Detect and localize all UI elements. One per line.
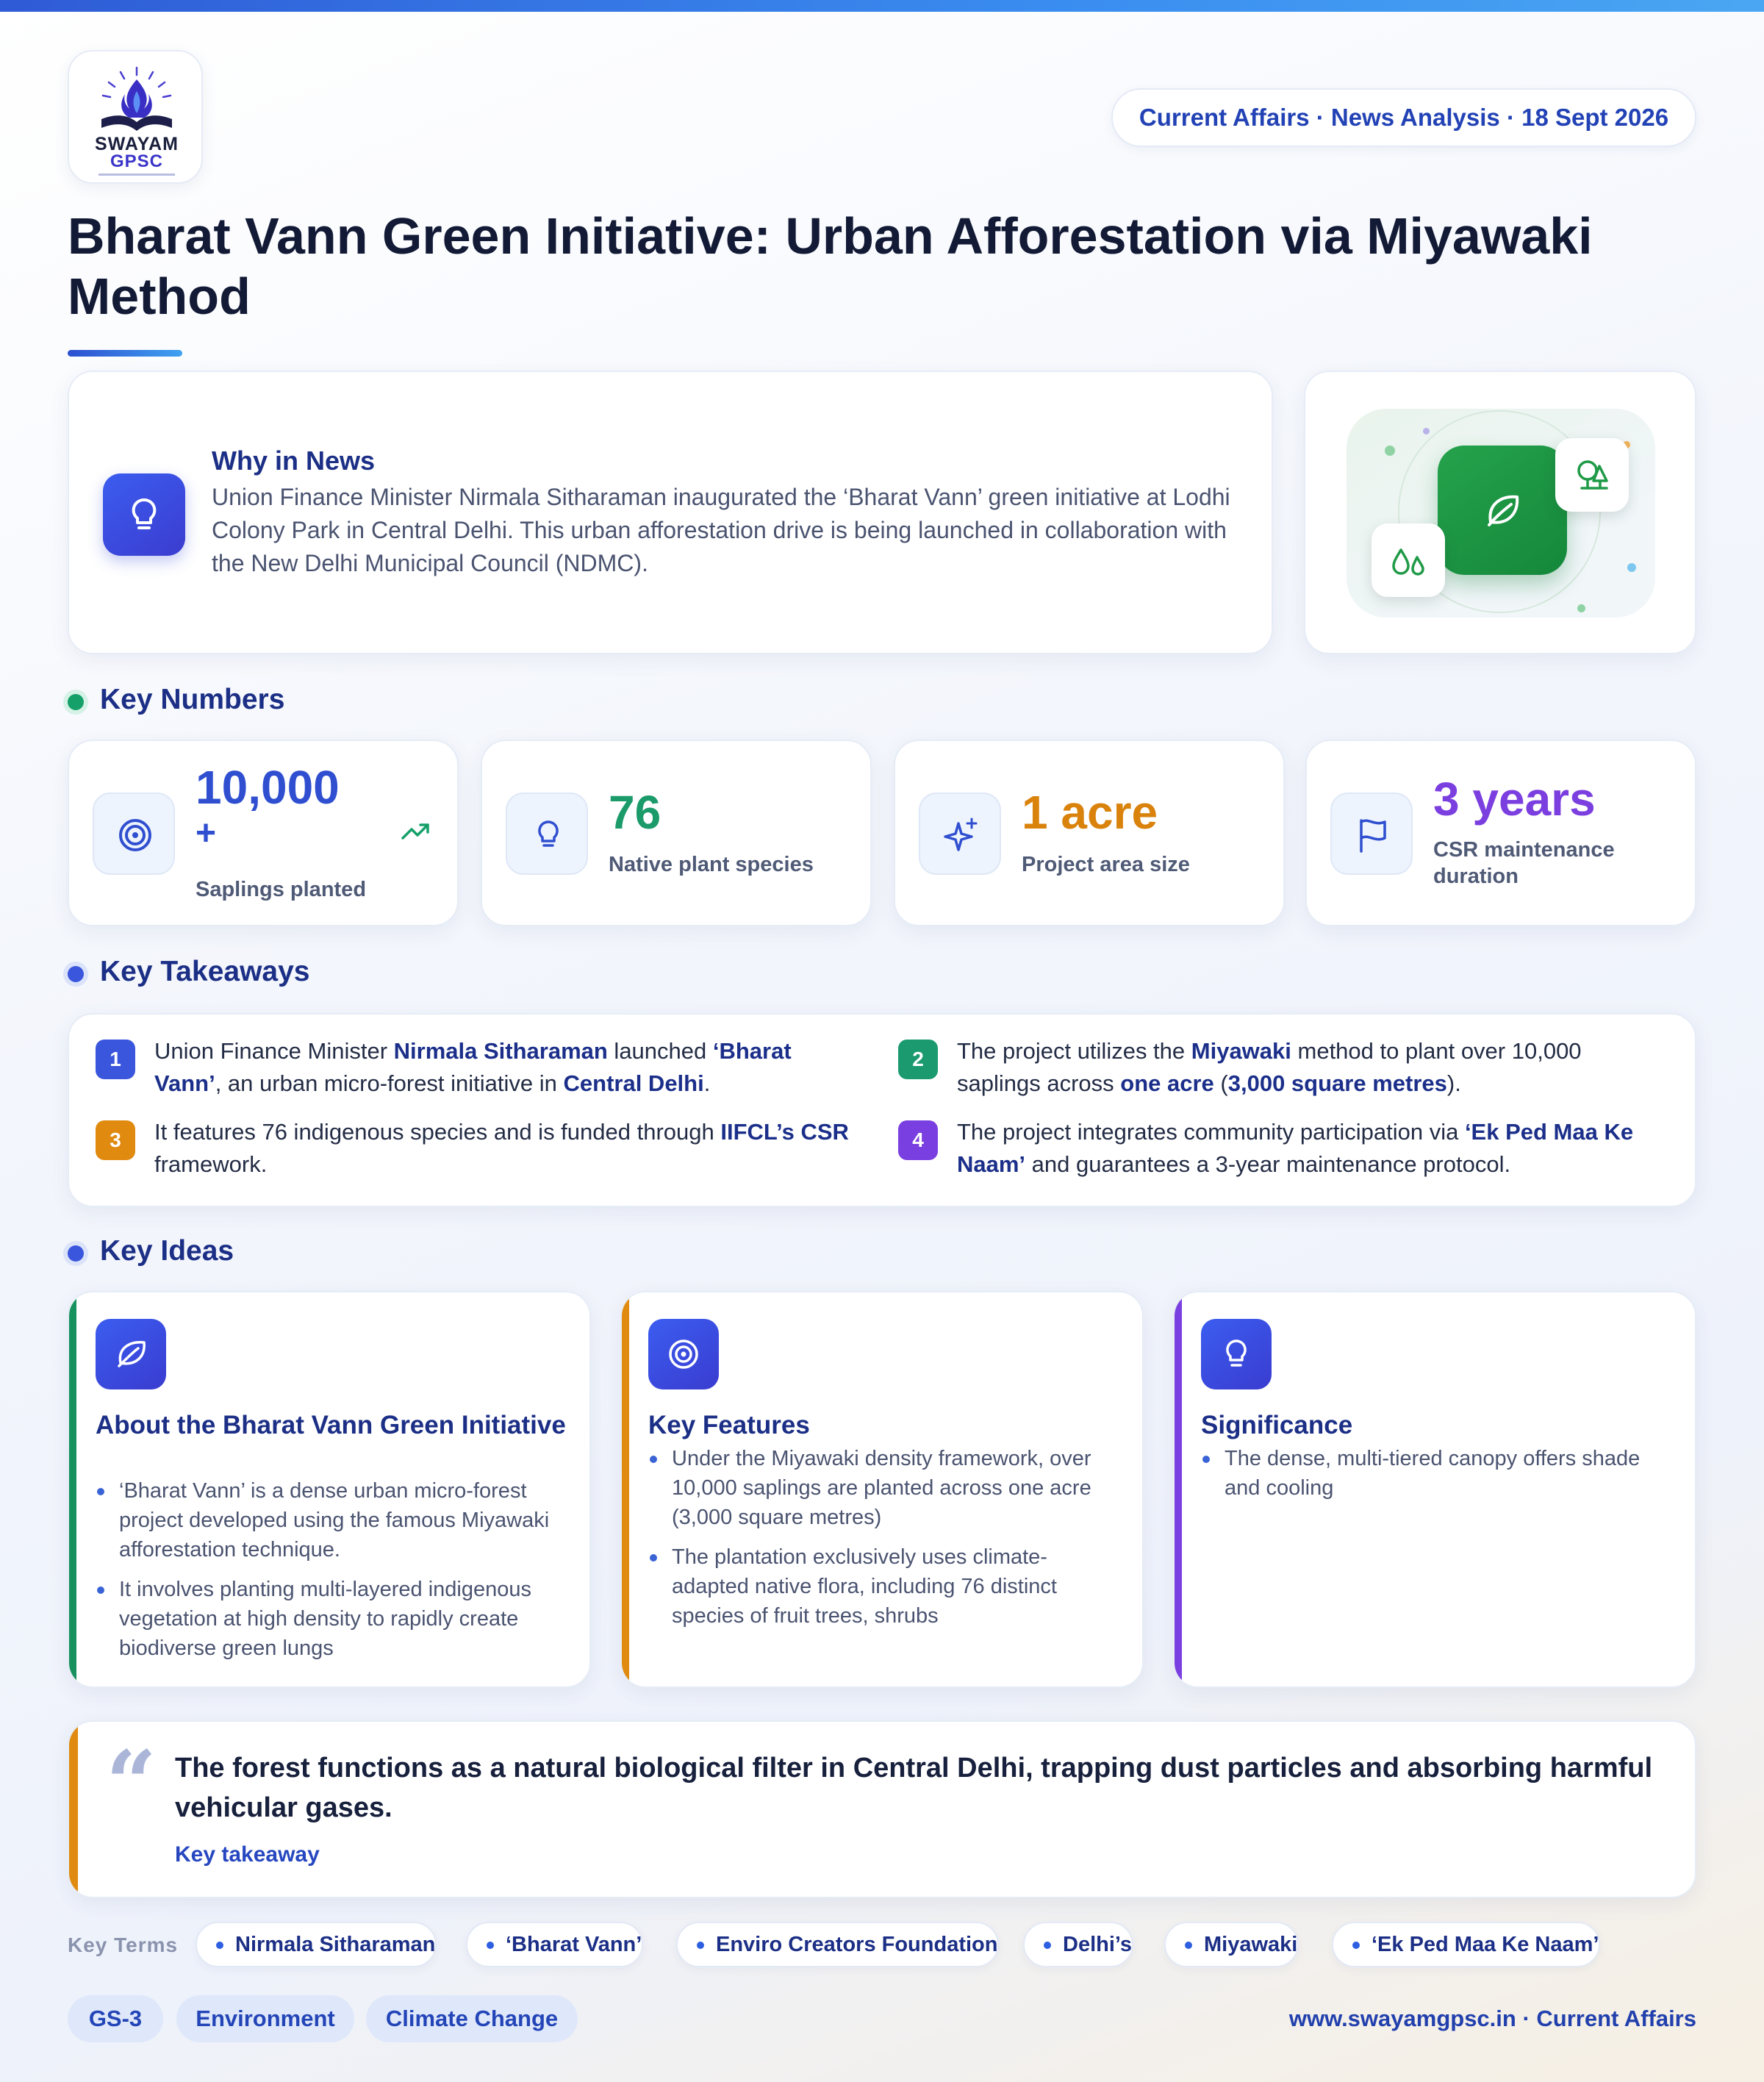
lightbulb-icon xyxy=(506,793,588,875)
idea-card-title: Significance xyxy=(1201,1411,1353,1439)
flag-icon xyxy=(1330,793,1413,875)
key-term-chip[interactable]: ‘Ek Ped Maa Ke Naam’ xyxy=(1332,1922,1601,1967)
idea-card-significance: Significance The dense, multi-tiered can… xyxy=(1173,1291,1696,1688)
stat-label: CSR maintenance xyxy=(1433,838,1615,862)
brand-subname: GPSC xyxy=(110,151,163,171)
stat-value: 10,000 xyxy=(196,761,340,814)
takeaway-item: The project integrates community partici… xyxy=(957,1119,1634,1177)
idea-card-edge xyxy=(69,1292,76,1686)
section-bullet xyxy=(68,966,84,982)
idea-card-title: About the Bharat Vann Green Initiative xyxy=(96,1411,566,1439)
idea-point: It involves planting multi-layered indig… xyxy=(96,1575,566,1663)
key-term-chip[interactable]: Miyawaki xyxy=(1164,1922,1299,1967)
page-title: Bharat Vann Green Initiative: Urban Affo… xyxy=(68,207,1593,325)
hero-illustration-card xyxy=(1304,371,1696,654)
quote-card: “ The forest functions as a natural biol… xyxy=(68,1720,1696,1898)
section-bullet xyxy=(68,694,84,710)
idea-card-edge xyxy=(622,1292,629,1686)
book-flame-logo-icon xyxy=(101,66,172,131)
takeaway-item: Union Finance Minister Nirmala Sitharama… xyxy=(154,1038,792,1096)
tag-chip[interactable]: GS-3 xyxy=(68,1995,163,2042)
decor-dot xyxy=(1577,604,1585,612)
stat-label: Native plant species xyxy=(609,853,814,876)
takeaway-item: It features 76 indigenous species and is… xyxy=(154,1119,849,1177)
idea-card-about: About the Bharat Vann Green Initiative ‘… xyxy=(68,1291,591,1688)
target-icon xyxy=(93,793,175,875)
takeaway-badge: 2 xyxy=(898,1040,938,1079)
key-term-chip[interactable]: Enviro Creators Foundation xyxy=(676,1922,1000,1967)
key-term-chip[interactable]: Delhi’s xyxy=(1023,1922,1134,1967)
stat-card-duration: 3 years CSR maintenance duration xyxy=(1305,740,1696,926)
takeaway-badge: 3 xyxy=(96,1120,135,1160)
lightbulb-icon xyxy=(103,473,185,556)
stat-card-area: 1 acre Project area size xyxy=(894,740,1285,926)
stat-label: Project area size xyxy=(1022,853,1190,876)
quote-text: The forest functions as a natural biolog… xyxy=(175,1753,1653,1823)
stat-value-suffix: + xyxy=(196,814,217,853)
brand-rule xyxy=(98,174,175,176)
droplets-icon xyxy=(1372,523,1445,597)
key-term-chip[interactable]: Nirmala Sitharaman xyxy=(196,1922,437,1967)
top-accent-bar xyxy=(0,0,1764,12)
decor-dot xyxy=(1627,563,1636,572)
idea-card-features: Key Features Under the Miyawaki density … xyxy=(620,1291,1144,1688)
quote-mark-icon: “ xyxy=(106,1731,157,1835)
idea-point: Under the Miyawaki density framework, ov… xyxy=(648,1444,1119,1532)
why-in-news-card: Why in News Union Finance Minister Nirma… xyxy=(68,371,1273,654)
idea-point: The dense, multi-tiered canopy offers sh… xyxy=(1201,1444,1671,1503)
target-icon xyxy=(648,1319,719,1389)
quote-edge xyxy=(69,1722,78,1897)
decor-dot xyxy=(1423,428,1430,434)
title-underline xyxy=(68,350,182,357)
idea-card-title: Key Features xyxy=(648,1411,810,1439)
sparkles-icon xyxy=(919,793,1001,875)
key-terms-label: Key Terms xyxy=(68,1933,179,1956)
quote-label: Key takeaway xyxy=(175,1842,320,1867)
stat-label-line2: duration xyxy=(1433,865,1519,888)
idea-point: The plantation exclusively uses climate-… xyxy=(648,1542,1119,1631)
idea-points: Under the Miyawaki density framework, ov… xyxy=(648,1444,1119,1641)
takeaway-badge: 4 xyxy=(898,1120,938,1160)
stat-value: 76 xyxy=(609,786,662,839)
lightbulb-icon xyxy=(1201,1319,1272,1389)
takeaway-badge: 1 xyxy=(96,1040,135,1079)
why-in-news-text: Union Finance Minister Nirmala Sitharama… xyxy=(212,484,1230,576)
key-takeaways-card: 1 Union Finance Minister Nirmala Sithara… xyxy=(68,1013,1696,1207)
key-term-chip[interactable]: ‘Bharat Vann’ xyxy=(466,1922,644,1967)
stat-card-saplings: 10,000 + Saplings planted xyxy=(68,740,459,926)
decor-dot xyxy=(1385,446,1395,456)
trees-icon xyxy=(1555,438,1629,512)
leaf-icon xyxy=(1438,446,1567,575)
trending-up-icon xyxy=(400,820,432,846)
leaf-icon xyxy=(96,1319,166,1389)
stat-value: 1 acre xyxy=(1022,786,1158,839)
stat-card-species: 76 Native plant species xyxy=(481,740,872,926)
idea-card-edge xyxy=(1175,1292,1182,1686)
tag-chip[interactable]: Environment xyxy=(176,1995,354,2042)
footer-link[interactable]: www.swayamgpsc.in · Current Affairs xyxy=(1289,2006,1696,2032)
idea-points: ‘Bharat Vann’ is a dense urban micro-for… xyxy=(96,1476,566,1673)
stat-value: 3 years xyxy=(1433,773,1596,826)
brand-logo[interactable]: SWAYAM GPSC xyxy=(68,50,203,184)
section-bullet xyxy=(68,1245,84,1262)
idea-point: ‘Bharat Vann’ is a dense urban micro-for… xyxy=(96,1476,566,1564)
why-in-news-heading: Why in News xyxy=(212,446,376,476)
stat-label: Saplings planted xyxy=(196,878,367,901)
date-pill: Current Affairs · News Analysis · 18 Sep… xyxy=(1111,88,1696,147)
takeaway-item: The project utilizes the Miyawaki method… xyxy=(957,1038,1582,1096)
idea-points: The dense, multi-tiered canopy offers sh… xyxy=(1201,1444,1671,1513)
tag-chip[interactable]: Climate Change xyxy=(366,1995,578,2042)
